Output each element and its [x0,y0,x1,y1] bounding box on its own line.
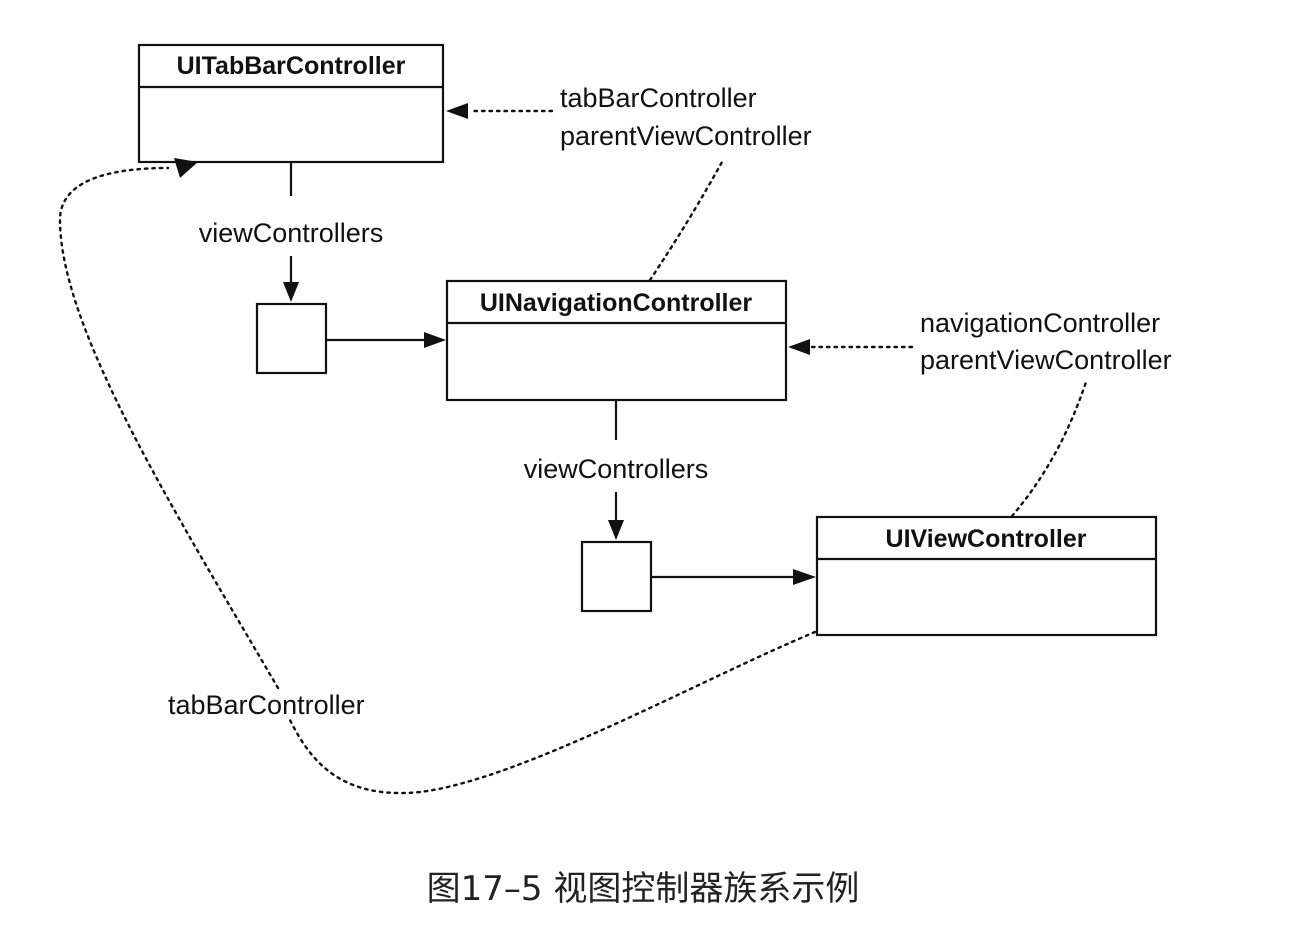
navigation-controller-label: navigationController [920,308,1160,338]
arrowhead-down-top [283,282,299,302]
parent-view-controller-label-right: parentViewController [920,345,1172,375]
arrowhead-down-mid [608,520,624,540]
tab-bar-controller-label-top: tabBarController [560,83,757,113]
uinavigationcontroller-title: UINavigationController [480,289,753,317]
arrowhead-left-mid [788,339,810,355]
view-controllers-label-top: viewControllers [199,218,384,248]
array-to-viewcontroller-connector [651,569,816,585]
arrowhead-right-mid [793,569,816,585]
tab-bar-controller-label-bottom: tabBarController [168,690,365,720]
figure-caption: 图17–5 视图控制器族系示例 [427,869,860,909]
array-to-navigation-connector [326,332,446,348]
parent-view-controller-label-top: parentViewController [560,121,812,151]
uiviewcontroller-class-box: UIViewController [815,515,1158,637]
uitabbarcontroller-title: UITabBarController [177,52,406,80]
arrowhead-left-top [446,103,468,119]
view-controllers-array-box-top [255,302,328,375]
view-controllers-array-box-mid [580,540,653,613]
uiviewcontroller-title: UIViewController [886,525,1087,553]
view-controllers-label-mid: viewControllers [524,454,709,484]
arrowhead-right-top [424,332,446,348]
uitabbarcontroller-class-box: UITabBarController [137,43,445,164]
uinavigationcontroller-class-box: UINavigationController [445,279,788,402]
diagram-canvas: UITabBarController UINavigationControlle… [58,43,1172,909]
